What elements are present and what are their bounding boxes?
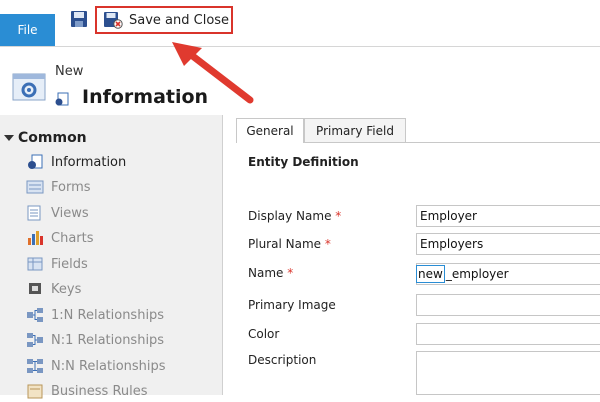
section-title: Entity Definition <box>248 155 359 169</box>
sidebar-item-label: N:N Relationships <box>51 358 166 374</box>
sidebar-item-business-rules[interactable]: Business Rules <box>26 380 148 402</box>
collapse-triangle-icon <box>4 135 14 141</box>
info-doc-icon <box>55 92 69 106</box>
color-field[interactable] <box>416 323 600 345</box>
keys-icon <box>29 283 41 294</box>
header-new-label: New <box>55 64 84 79</box>
sidebar-item-label: N:1 Relationships <box>51 332 165 348</box>
sidebar-item-forms[interactable]: Forms <box>26 176 91 198</box>
sidebar-item-label: Charts <box>51 230 94 246</box>
description-field[interactable] <box>416 351 600 395</box>
relationship-icon <box>27 308 43 322</box>
sidebar-item-views[interactable]: Views <box>26 202 89 224</box>
sidebar-item-n1-relationships[interactable]: N:1 Relationships <box>26 329 164 351</box>
sidebar-item-fields[interactable]: Fields <box>26 253 88 275</box>
name-label: Name * <box>248 266 294 280</box>
save-close-icon <box>104 12 123 29</box>
name-value: _employer <box>445 267 509 281</box>
sidebar-item-label: 1:N Relationships <box>51 307 165 323</box>
name-prefix: new <box>416 265 445 283</box>
sidebar-item-information[interactable]: Information <box>26 151 126 173</box>
plural-name-field[interactable]: Employers <box>416 233 600 255</box>
views-icon <box>27 205 41 221</box>
sidebar-item-charts[interactable]: Charts <box>26 227 94 249</box>
sidebar-section-common[interactable]: Common <box>4 130 87 146</box>
primary-image-label: Primary Image <box>248 298 336 312</box>
info-doc-icon <box>28 154 43 169</box>
page-title: Information <box>82 86 209 108</box>
sidebar-heading-label: Common <box>18 130 87 146</box>
display-name-field[interactable]: Employer <box>416 205 600 227</box>
sidebar-item-1n-relationships[interactable]: 1:N Relationships <box>26 304 164 326</box>
file-tab[interactable]: File <box>0 14 55 46</box>
relationship-icon <box>27 333 43 347</box>
description-label: Description <box>248 353 317 367</box>
sidebar-item-label: Business Rules <box>51 383 148 399</box>
forms-icon <box>26 180 44 194</box>
sidebar-item-label: Keys <box>51 281 82 297</box>
name-field[interactable]: new _employer <box>416 263 600 285</box>
sidebar-item-label: Views <box>51 205 89 221</box>
save-and-close-label: Save and Close <box>129 12 230 28</box>
ribbon-bar <box>0 0 600 47</box>
sidebar-item-label: Fields <box>51 256 88 272</box>
required-marker: * <box>287 266 294 280</box>
required-marker: * <box>324 237 331 251</box>
sidebar-item-nn-relationships[interactable]: N:N Relationships <box>26 355 166 377</box>
save-icon[interactable] <box>70 10 88 28</box>
required-marker: * <box>335 209 342 223</box>
charts-icon <box>28 231 43 245</box>
tab-general[interactable]: General <box>236 118 304 143</box>
tab-primary-field[interactable]: Primary Field <box>304 118 406 142</box>
entity-settings-icon <box>12 73 46 101</box>
save-and-close-button[interactable]: Save and Close <box>95 6 233 34</box>
plural-name-label: Plural Name * <box>248 237 331 251</box>
sidebar-item-label: Information <box>51 154 127 170</box>
primary-image-field[interactable] <box>416 294 600 316</box>
sidebar-item-label: Forms <box>51 179 91 195</box>
display-name-label: Display Name * <box>248 209 342 223</box>
color-label: Color <box>248 327 280 341</box>
fields-icon <box>27 257 43 271</box>
relationship-icon <box>27 359 43 373</box>
sidebar-item-keys[interactable]: Keys <box>26 278 81 300</box>
business-rules-icon <box>27 384 43 399</box>
